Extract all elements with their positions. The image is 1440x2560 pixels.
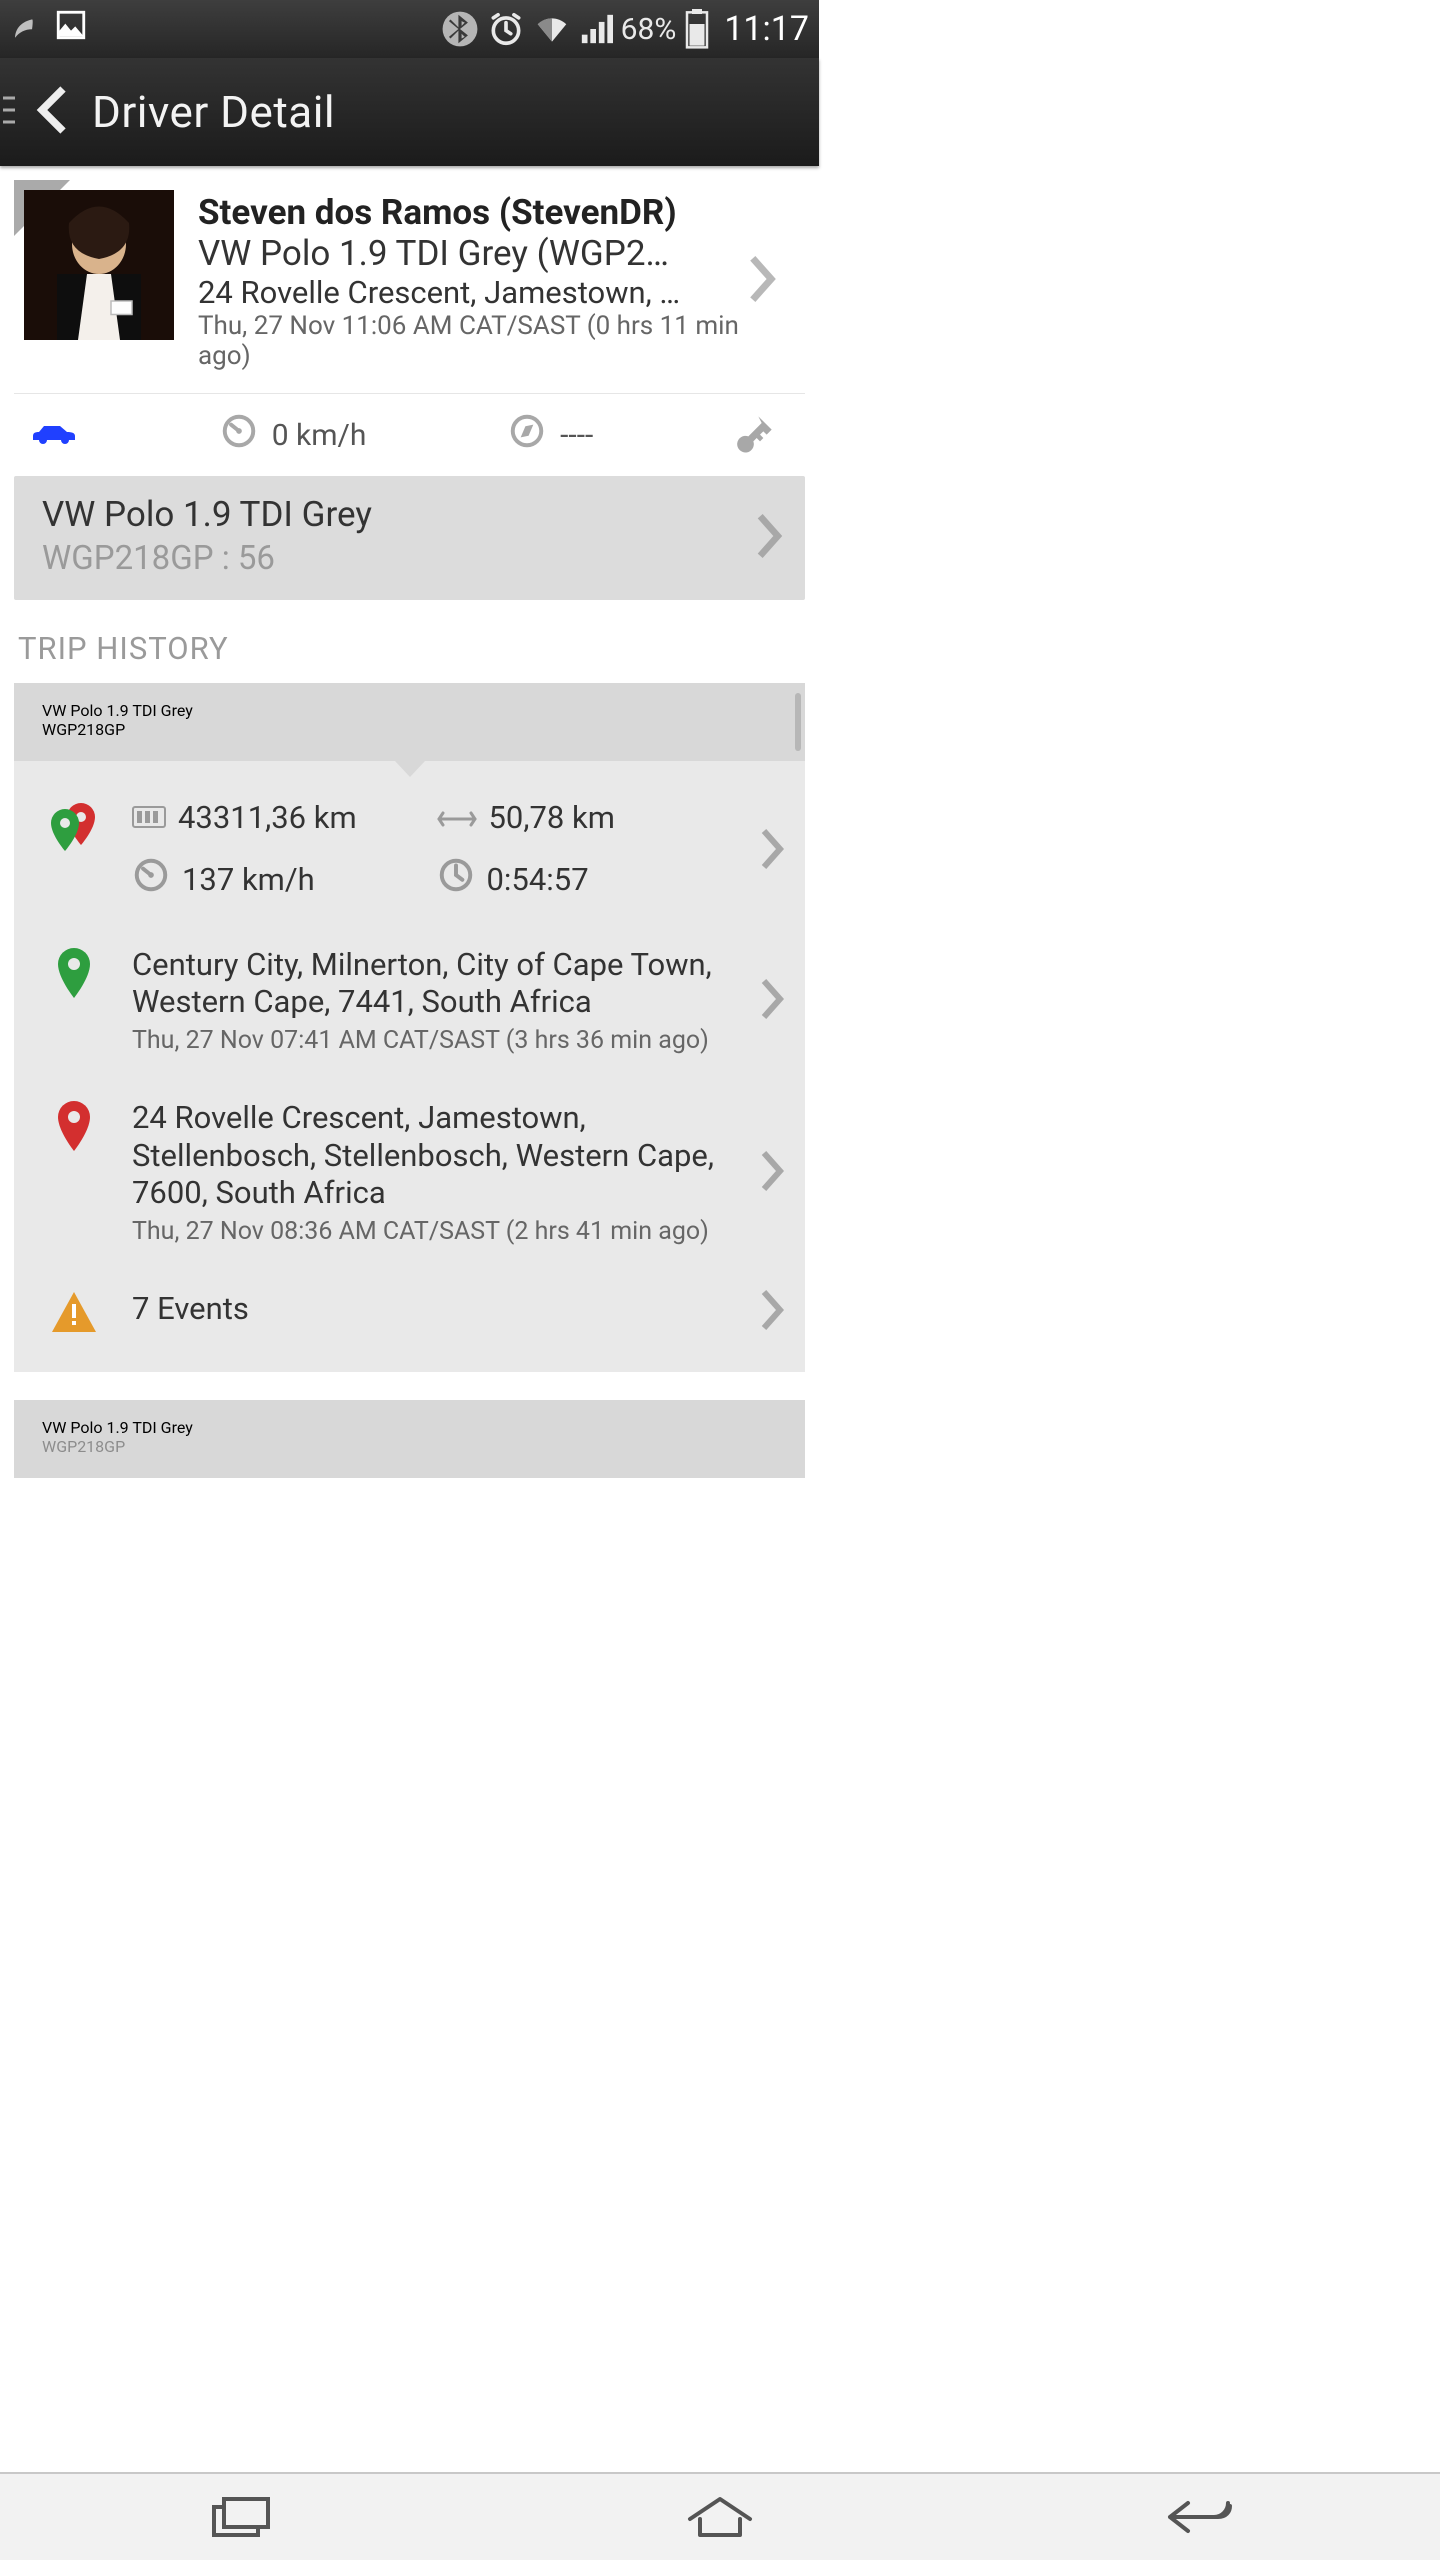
trip-events-count: 7 Events (132, 1290, 731, 1327)
odometer-icon (132, 799, 166, 836)
scroll-indicator (795, 693, 801, 751)
android-status-bar: 68% 11:17 (0, 0, 819, 58)
pin-start-icon (42, 946, 106, 1002)
trip-vehicle-header[interactable]: VW Polo 1.9 TDI Grey WGP218GP (14, 1400, 805, 1478)
header-notch-icon (395, 761, 425, 781)
trip-start-row[interactable]: Century City, Milnerton, City of Cape To… (42, 934, 791, 1067)
trip-start-address: Century City, Milnerton, City of Cape To… (132, 946, 731, 1020)
trip-stats-row[interactable]: 43311,36 km 50,78 km 137 k (42, 787, 791, 914)
duration-value: 0:54:57 (487, 861, 589, 898)
home-button[interactable] (670, 2489, 770, 2545)
driver-name: Steven dos Ramos (StevenDR) (198, 192, 779, 233)
vehicle-card-subtitle: WGP218GP : 56 (42, 539, 777, 578)
content-scroll[interactable]: Steven dos Ramos (StevenDR) VW Polo 1.9 … (0, 166, 819, 1492)
trip-vehicle-sub: WGP218GP (42, 1437, 777, 1456)
trip-events-row[interactable]: 7 Events (42, 1278, 791, 1346)
trip-start-time: Thu, 27 Nov 07:41 AM CAT/SAST (3 hrs 36 … (132, 1026, 731, 1055)
trip-vehicle-header[interactable]: VW Polo 1.9 TDI Grey WGP218GP (14, 683, 805, 761)
signal-icon (579, 12, 613, 46)
driver-summary-card[interactable]: Steven dos Ramos (StevenDR) VW Polo 1.9 … (14, 180, 805, 381)
car-icon (30, 422, 78, 448)
drawer-handle-icon[interactable] (2, 92, 16, 132)
trip-end-row[interactable]: 24 Rovelle Crescent, Jamestown, Stellenb… (42, 1087, 791, 1258)
page-title: Driver Detail (92, 86, 335, 138)
trip-vehicle-title: VW Polo 1.9 TDI Grey (42, 701, 777, 720)
trip-vehicle-title: VW Polo 1.9 TDI Grey (42, 1418, 777, 1437)
driver-timestamp: Thu, 27 Nov 11:06 AM CAT/SAST (0 hrs 11 … (198, 311, 779, 371)
heading-value: ---- (560, 418, 593, 453)
chevron-right-icon (755, 514, 783, 562)
picture-icon (54, 8, 88, 50)
wifi-icon (533, 10, 571, 48)
driver-location: 24 Rovelle Crescent, Jamestown, Stelle… (198, 274, 688, 311)
max-speed-value: 137 km/h (182, 861, 315, 898)
gauge-icon (132, 856, 170, 902)
battery-icon (684, 9, 710, 49)
back-button[interactable] (36, 86, 72, 138)
chevron-right-icon (759, 1290, 785, 1334)
pins-icon (42, 799, 106, 863)
warning-icon (42, 1290, 106, 1334)
key-icon[interactable] (735, 413, 775, 457)
vehicle-card-title: VW Polo 1.9 TDI Grey (42, 494, 777, 535)
driver-avatar (24, 190, 174, 340)
odometer-value: 43311,36 km (178, 799, 357, 836)
bluetooth-icon (441, 10, 479, 48)
compass-icon (508, 412, 546, 458)
trip-end-time: Thu, 27 Nov 08:36 AM CAT/SAST (2 hrs 41 … (132, 1217, 731, 1246)
clock-text: 11:17 (724, 9, 809, 49)
status-strip: 0 km/h ---- (14, 394, 805, 476)
trip-history-label: TRIP HISTORY (18, 630, 805, 667)
distance-icon (437, 799, 477, 836)
chevron-right-icon (747, 256, 777, 306)
chevron-right-icon (759, 1151, 785, 1195)
app-header: Driver Detail (0, 58, 819, 166)
trip-card: VW Polo 1.9 TDI Grey WGP218GP (14, 683, 805, 1372)
clock-icon (437, 856, 475, 902)
android-nav-bar (0, 2472, 1440, 2560)
driver-vehicle: VW Polo 1.9 TDI Grey (WGP21… (198, 233, 688, 274)
trip-vehicle-sub: WGP218GP (42, 720, 777, 739)
alarm-icon (487, 10, 525, 48)
speed-value: 0 km/h (272, 418, 367, 453)
distance-value: 50,78 km (489, 799, 615, 836)
chevron-right-icon (759, 829, 785, 873)
recent-apps-button[interactable] (190, 2489, 290, 2545)
vehicle-card[interactable]: VW Polo 1.9 TDI Grey WGP218GP : 56 (14, 476, 805, 600)
leaf-icon (8, 8, 42, 50)
gauge-icon (220, 412, 258, 458)
pin-end-icon (42, 1099, 106, 1155)
trip-end-address: 24 Rovelle Crescent, Jamestown, Stellenb… (132, 1099, 731, 1211)
battery-percent: 68% (621, 12, 677, 47)
chevron-right-icon (759, 979, 785, 1023)
back-nav-button[interactable] (1150, 2489, 1250, 2545)
